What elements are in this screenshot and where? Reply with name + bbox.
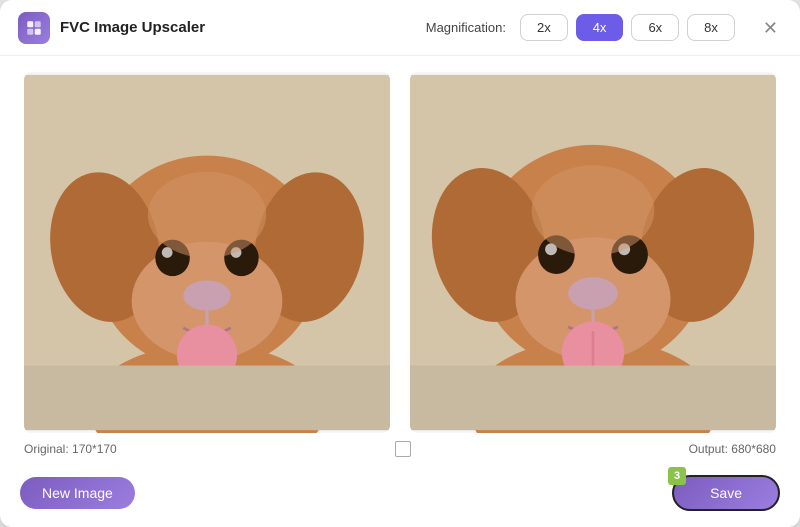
- save-wrapper: 3 Save: [672, 475, 780, 511]
- compare-icon[interactable]: [395, 441, 411, 457]
- output-size-label: Output: 680*680: [689, 442, 776, 456]
- magnification-label: Magnification:: [426, 20, 506, 35]
- footer: New Image 3 Save: [0, 465, 800, 527]
- mag-btn-4x[interactable]: 4x: [576, 14, 624, 41]
- mag-btn-2x[interactable]: 2x: [520, 14, 568, 41]
- save-button[interactable]: Save: [672, 475, 780, 511]
- original-size-label: Original: 170*170: [24, 442, 117, 456]
- app-title: FVC Image Upscaler: [60, 19, 205, 36]
- mag-btn-8x[interactable]: 8x: [687, 14, 735, 41]
- close-button[interactable]: ✕: [759, 17, 782, 39]
- new-image-button[interactable]: New Image: [20, 477, 135, 509]
- output-image-panel: [410, 72, 776, 433]
- main-content: [0, 56, 800, 433]
- magnification-buttons: 2x 4x 6x 8x: [520, 14, 735, 41]
- info-bar: Original: 170*170 Output: 680*680: [0, 433, 800, 465]
- original-image-panel: [24, 72, 390, 433]
- mag-btn-6x[interactable]: 6x: [631, 14, 679, 41]
- app-window: FVC Image Upscaler Magnification: 2x 4x …: [0, 0, 800, 527]
- titlebar: FVC Image Upscaler Magnification: 2x 4x …: [0, 0, 800, 56]
- app-logo: [18, 12, 50, 44]
- save-badge: 3: [668, 467, 686, 485]
